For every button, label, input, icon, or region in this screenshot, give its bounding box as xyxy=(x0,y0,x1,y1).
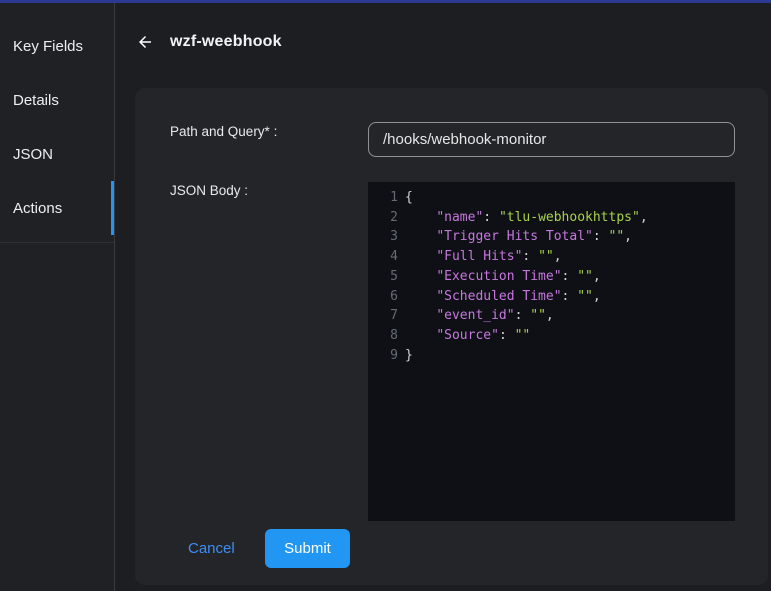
line-number: 7 xyxy=(368,306,398,326)
line-number: 4 xyxy=(368,247,398,267)
code-text: "Scheduled Time": "", xyxy=(398,287,601,307)
line-number: 8 xyxy=(368,326,398,346)
code-text: "Full Hits": "", xyxy=(398,247,562,267)
code-text: "Trigger Hits Total": "", xyxy=(398,227,632,247)
sidebar-item-label: Key Fields xyxy=(13,38,83,55)
code-line: 1{ xyxy=(368,188,735,208)
code-line: 9} xyxy=(368,346,735,366)
code-line: 5 "Execution Time": "", xyxy=(368,267,735,287)
line-number: 2 xyxy=(368,208,398,228)
code-text: "name": "tlu-webhookhttps", xyxy=(398,208,648,228)
path-query-input[interactable] xyxy=(368,122,735,157)
top-accent-strip xyxy=(0,0,771,3)
sidebar-item-label: JSON xyxy=(13,146,53,163)
code-line: 2 "name": "tlu-webhookhttps", xyxy=(368,208,735,228)
line-number: 3 xyxy=(368,227,398,247)
code-line: 8 "Source": "" xyxy=(368,326,735,346)
submit-button[interactable]: Submit xyxy=(265,529,350,568)
sidebar: Key Fields Details JSON Actions xyxy=(0,3,115,591)
json-body-label: JSON Body : xyxy=(170,183,248,199)
path-query-label: Path and Query* : xyxy=(170,124,277,140)
arrow-left-icon xyxy=(136,33,154,51)
page-header: wzf-weebhook xyxy=(135,30,282,54)
line-number: 9 xyxy=(368,346,398,366)
line-number: 6 xyxy=(368,287,398,307)
sidebar-item-details[interactable]: Details xyxy=(0,73,114,127)
line-number: 1 xyxy=(368,188,398,208)
code-lines: 1{2 "name": "tlu-webhookhttps",3 "Trigge… xyxy=(368,188,735,365)
content-card: Path and Query* : JSON Body : 1{2 "name"… xyxy=(135,88,768,585)
code-line: 4 "Full Hits": "", xyxy=(368,247,735,267)
sidebar-item-json[interactable]: JSON xyxy=(0,127,114,181)
page-title: wzf-weebhook xyxy=(170,33,282,51)
sidebar-item-key-fields[interactable]: Key Fields xyxy=(0,19,114,73)
code-line: 7 "event_id": "", xyxy=(368,306,735,326)
cancel-button[interactable]: Cancel xyxy=(180,529,243,568)
sidebar-nav: Key Fields Details JSON Actions xyxy=(0,3,114,235)
sidebar-item-actions[interactable]: Actions xyxy=(0,181,114,235)
code-text: { xyxy=(398,188,413,208)
code-text: "Source": "" xyxy=(398,326,530,346)
sidebar-divider xyxy=(0,242,114,243)
line-number: 5 xyxy=(368,267,398,287)
json-body-editor[interactable]: 1{2 "name": "tlu-webhookhttps",3 "Trigge… xyxy=(368,182,735,521)
sidebar-item-label: Details xyxy=(13,92,59,109)
code-text: "Execution Time": "", xyxy=(398,267,601,287)
code-text: } xyxy=(398,346,413,366)
sidebar-item-label: Actions xyxy=(13,200,62,217)
code-line: 6 "Scheduled Time": "", xyxy=(368,287,735,307)
code-text: "event_id": "", xyxy=(398,306,554,326)
back-button[interactable] xyxy=(135,32,155,52)
code-line: 3 "Trigger Hits Total": "", xyxy=(368,227,735,247)
